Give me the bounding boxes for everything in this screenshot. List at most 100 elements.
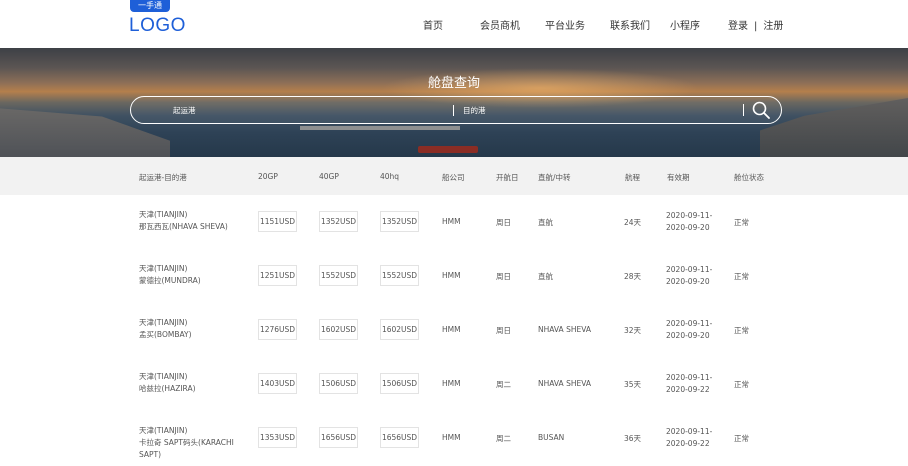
price-20gp: 1151USD xyxy=(258,211,297,232)
sailing-day: 周日 xyxy=(496,272,511,281)
sailing-day: 周日 xyxy=(496,326,511,335)
route-cell: 天津(TIANJIN) 卡拉奇 SAPT码头(KARACHI SAPT) xyxy=(139,425,244,461)
origin-port: 天津(TIANJIN) xyxy=(139,426,188,435)
valid-to: 2020-09-20 xyxy=(666,223,710,232)
price-40gp: 1602USD xyxy=(319,319,358,340)
valid-to: 2020-09-20 xyxy=(666,277,710,286)
col-validity: 有效期 xyxy=(667,173,690,182)
auth-links: 登录 | 注册 xyxy=(728,17,783,32)
validity: 2020-09-11- 2020-09-22 xyxy=(666,426,712,450)
input-divider xyxy=(743,104,744,116)
nav-home[interactable]: 首页 xyxy=(423,17,443,32)
valid-to: 2020-09-22 xyxy=(666,385,710,394)
harbor-right xyxy=(760,98,908,157)
price-40gp: 1352USD xyxy=(319,211,358,232)
route-type: BUSAN xyxy=(538,433,565,442)
route-type: NHAVA SHEVA xyxy=(538,325,591,334)
route-cell: 天津(TIANJIN) 孟买(BOMBAY) xyxy=(139,317,192,341)
origin-port: 天津(TIANJIN) xyxy=(139,210,188,219)
price-40hq: 1352USD xyxy=(380,211,419,232)
space-status: 正常 xyxy=(734,272,749,281)
logo[interactable]: LOGO xyxy=(129,15,186,37)
table-row[interactable]: 天津(TIANJIN) 孟买(BOMBAY) 1276USD 1602USD 1… xyxy=(0,304,908,358)
logo-badge: 一手通 xyxy=(130,0,170,12)
table-row[interactable]: 天津(TIANJIN) 蒙德拉(MUNDRA) 1251USD 1552USD … xyxy=(0,250,908,304)
nav-member-business[interactable]: 会员商机 xyxy=(480,17,520,32)
destination-port: 蒙德拉(MUNDRA) xyxy=(139,276,201,285)
sailing-day: 周二 xyxy=(496,380,511,389)
search-bar: 起运港 目的港 xyxy=(130,96,782,124)
price-40hq: 1602USD xyxy=(380,319,419,340)
space-status: 正常 xyxy=(734,326,749,335)
col-transit-time: 航程 xyxy=(625,173,640,182)
transit-time: 24天 xyxy=(624,218,642,227)
route-type: 直航 xyxy=(538,272,553,281)
col-route: 起运港-目的港 xyxy=(139,173,187,182)
valid-from: 2020-09-11- xyxy=(666,265,713,274)
top-header: 一手通 LOGO 首页 会员商机 平台业务 联系我们 小程序 登录 | 注册 xyxy=(0,0,908,48)
space-status: 正常 xyxy=(734,380,749,389)
search-icon xyxy=(752,101,770,119)
validity: 2020-09-11- 2020-09-20 xyxy=(666,318,712,342)
destination-port: 孟买(BOMBAY) xyxy=(139,330,192,339)
valid-from: 2020-09-11- xyxy=(666,373,713,382)
col-40gp: 40GP xyxy=(319,172,339,181)
table-row[interactable]: 天津(TIANJIN) 哈兹拉(HAZIRA) 1403USD 1506USD … xyxy=(0,358,908,412)
origin-port-input[interactable]: 起运港 xyxy=(173,105,196,116)
ship xyxy=(418,146,478,153)
destination-port-input[interactable]: 目的港 xyxy=(463,105,486,116)
route-cell: 天津(TIANJIN) 蒙德拉(MUNDRA) xyxy=(139,263,201,287)
search-button[interactable] xyxy=(751,100,771,120)
col-carrier: 船公司 xyxy=(442,173,465,182)
origin-port: 天津(TIANJIN) xyxy=(139,372,188,381)
register-link[interactable]: 注册 xyxy=(763,21,783,32)
price-40hq: 1506USD xyxy=(380,373,419,394)
transit-time: 28天 xyxy=(624,272,642,281)
col-direct-transit: 直航/中转 xyxy=(538,173,571,182)
col-sailing-day: 开航日 xyxy=(496,173,519,182)
transit-time: 32天 xyxy=(624,326,642,335)
hero-banner: 舱盘查询 起运港 目的港 xyxy=(0,48,908,157)
validity: 2020-09-11- 2020-09-22 xyxy=(666,372,712,396)
pier xyxy=(300,126,460,130)
carrier: HMM xyxy=(442,379,461,388)
origin-port: 天津(TIANJIN) xyxy=(139,264,188,273)
table-row[interactable]: 天津(TIANJIN) 那瓦西瓦(NHAVA SHEVA) 1151USD 13… xyxy=(0,196,908,250)
price-40hq: 1656USD xyxy=(380,427,419,448)
destination-port: 哈兹拉(HAZIRA) xyxy=(139,384,196,393)
price-40gp: 1656USD xyxy=(319,427,358,448)
price-20gp: 1403USD xyxy=(258,373,297,394)
valid-to: 2020-09-22 xyxy=(666,439,710,448)
hero-title: 舱盘查询 xyxy=(427,76,480,91)
valid-from: 2020-09-11- xyxy=(666,427,713,436)
input-cursor xyxy=(453,105,454,116)
auth-separator: | xyxy=(754,21,758,32)
valid-to: 2020-09-20 xyxy=(666,331,710,340)
origin-port: 天津(TIANJIN) xyxy=(139,318,188,327)
nav-platform-services[interactable]: 平台业务 xyxy=(545,17,585,32)
route-cell: 天津(TIANJIN) 哈兹拉(HAZIRA) xyxy=(139,371,196,395)
price-40gp: 1552USD xyxy=(319,265,358,286)
destination-port: 那瓦西瓦(NHAVA SHEVA) xyxy=(139,222,228,231)
price-40gp: 1506USD xyxy=(319,373,358,394)
sailing-day: 周日 xyxy=(496,218,511,227)
valid-from: 2020-09-11- xyxy=(666,211,713,220)
table-header: 起运港-目的港 20GP 40GP 40hq 船公司 开航日 直航/中转 航程 … xyxy=(0,157,908,195)
carrier: HMM xyxy=(442,271,461,280)
price-40hq: 1552USD xyxy=(380,265,419,286)
destination-port: 卡拉奇 SAPT码头(KARACHI SAPT) xyxy=(139,438,234,459)
transit-time: 36天 xyxy=(624,434,642,443)
validity: 2020-09-11- 2020-09-20 xyxy=(666,264,712,288)
valid-from: 2020-09-11- xyxy=(666,319,713,328)
carrier: HMM xyxy=(442,433,461,442)
carrier: HMM xyxy=(442,217,461,226)
transit-time: 35天 xyxy=(624,380,642,389)
table-row[interactable]: 天津(TIANJIN) 卡拉奇 SAPT码头(KARACHI SAPT) 135… xyxy=(0,412,908,466)
sailing-day: 周二 xyxy=(496,434,511,443)
nav-contact[interactable]: 联系我们 xyxy=(610,17,650,32)
col-20gp: 20GP xyxy=(258,172,278,181)
price-20gp: 1276USD xyxy=(258,319,297,340)
route-type: NHAVA SHEVA xyxy=(538,379,591,388)
login-link[interactable]: 登录 xyxy=(728,21,748,32)
nav-mini-program[interactable]: 小程序 xyxy=(670,17,700,32)
